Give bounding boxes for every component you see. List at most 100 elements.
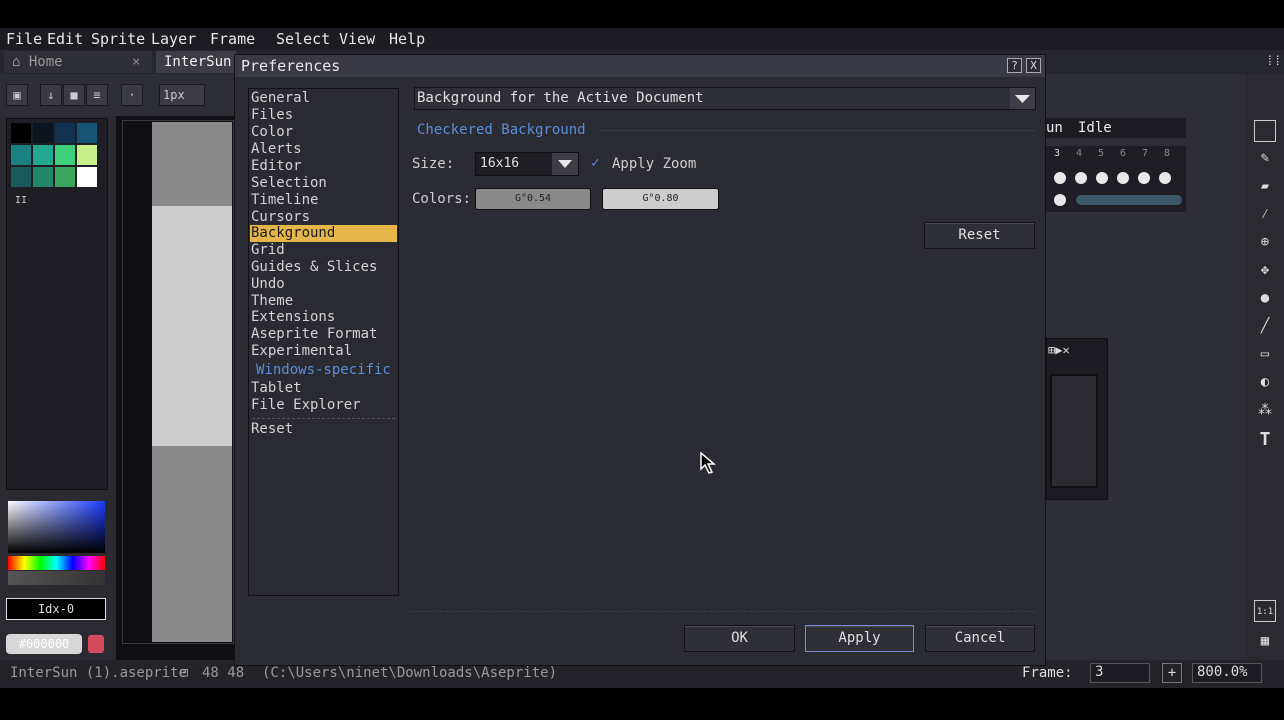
section-general[interactable]: General	[250, 90, 397, 107]
dot-icon[interactable]: ·	[121, 84, 143, 106]
palette-swatch[interactable]	[33, 167, 53, 187]
menu-frame[interactable]: Frame	[210, 30, 255, 48]
grid-icon[interactable]: ▦	[1254, 630, 1276, 652]
tabs-menu-icon[interactable]: ⁞⁞	[1266, 54, 1282, 69]
section-selection[interactable]: Selection	[250, 175, 397, 192]
menu-sprite[interactable]: Sprite	[91, 30, 145, 48]
section-cursors[interactable]: Cursors	[250, 209, 397, 226]
palette-swatch[interactable]	[55, 123, 75, 143]
alpha-slider[interactable]	[8, 571, 105, 585]
frame-number[interactable]: 8	[1164, 148, 1170, 159]
section-files[interactable]: Files	[250, 107, 397, 124]
move-icon[interactable]: ✥	[1254, 259, 1276, 281]
section-timeline[interactable]: Timeline	[250, 192, 397, 209]
palette-swatch[interactable]	[77, 123, 97, 143]
size-combobox[interactable]: 16x16	[475, 152, 579, 176]
rectangle-icon[interactable]: ▭	[1254, 343, 1276, 365]
palette-swatch[interactable]	[55, 167, 75, 187]
frame-number[interactable]: 5	[1098, 148, 1104, 159]
color-index-field[interactable]: Idx-0	[6, 598, 106, 620]
frame-number[interactable]: 7	[1142, 148, 1148, 159]
menu-edit[interactable]: Edit	[47, 30, 83, 48]
palette-swatch[interactable]	[11, 167, 31, 187]
reset-button[interactable]: Reset	[924, 222, 1035, 249]
marquee-icon[interactable]	[1254, 120, 1276, 142]
tag-partial[interactable]: un	[1046, 120, 1063, 136]
cel-dot[interactable]	[1096, 172, 1108, 184]
chevron-down-icon[interactable]	[552, 153, 578, 175]
cel-span[interactable]	[1076, 195, 1182, 205]
cel-dot[interactable]	[1054, 172, 1066, 184]
section-grid[interactable]: Grid	[250, 242, 397, 259]
frame-field[interactable]: 3	[1090, 663, 1150, 683]
preview-controls-icon[interactable]: ⊞▶✕	[1048, 343, 1070, 357]
menu-help[interactable]: Help	[389, 30, 425, 48]
canvas-area[interactable]	[116, 116, 238, 660]
zoom-field[interactable]: 800.0%	[1192, 663, 1262, 683]
section-undo[interactable]: Undo	[250, 276, 397, 293]
section-file-explorer[interactable]: File Explorer	[250, 397, 397, 414]
palette-swatch[interactable]	[77, 167, 97, 187]
checkmark-icon[interactable]: ✓	[591, 155, 599, 171]
dialog-titlebar[interactable]: Preferences	[235, 55, 1045, 77]
lines-icon[interactable]: ≡	[86, 84, 108, 106]
section-background[interactable]: Background	[250, 225, 397, 242]
palette-swatch[interactable]	[11, 123, 31, 143]
section-aseprite-format[interactable]: Aseprite Format	[250, 326, 397, 343]
menu-file[interactable]: File	[6, 30, 42, 48]
palette[interactable]: II	[6, 118, 108, 490]
palette-swatch[interactable]	[33, 145, 53, 165]
arrow-down-icon[interactable]: ↓	[40, 84, 62, 106]
color-button-1[interactable]: G°0.54	[475, 188, 591, 210]
add-frame-icon[interactable]: +	[1162, 663, 1182, 683]
palette-swatch[interactable]	[33, 123, 53, 143]
menu-view[interactable]: View	[339, 30, 375, 48]
section-guides-slices[interactable]: Guides & Slices	[250, 259, 397, 276]
cancel-button[interactable]: Cancel	[925, 625, 1035, 652]
apply-button[interactable]: Apply	[805, 625, 914, 652]
brush-size-field[interactable]: 1px	[159, 84, 205, 106]
tab-home[interactable]: ⌂ Home ×	[4, 51, 152, 73]
color-button-2[interactable]: G°0.80	[602, 188, 719, 210]
tag-idle[interactable]: Idle	[1078, 120, 1112, 136]
pencil-icon[interactable]: ✎	[1254, 147, 1276, 169]
jumble-icon[interactable]: ⁂	[1254, 399, 1276, 421]
section-extensions[interactable]: Extensions	[250, 309, 397, 326]
zoom-icon[interactable]: ⊕	[1254, 231, 1276, 253]
hue-slider[interactable]	[8, 556, 105, 570]
cel-dot[interactable]	[1138, 172, 1150, 184]
tab-document[interactable]: InterSun	[156, 51, 236, 73]
fill-icon[interactable]: ●	[1254, 287, 1276, 309]
section-tablet[interactable]: Tablet	[250, 380, 397, 397]
color-spectrum[interactable]	[8, 501, 105, 553]
apply-zoom-label[interactable]: Apply Zoom	[612, 156, 696, 172]
frame-number[interactable]: 4	[1076, 148, 1082, 159]
document-combobox[interactable]: Background for the Active Document	[414, 87, 1036, 110]
section-theme[interactable]: Theme	[250, 293, 397, 310]
section-reset[interactable]: Reset	[250, 421, 397, 438]
section-experimental[interactable]: Experimental	[250, 343, 397, 360]
section-alerts[interactable]: Alerts	[250, 141, 397, 158]
cel-dot[interactable]	[1054, 194, 1066, 206]
close-icon[interactable]: ×	[132, 51, 140, 73]
palette-swatch[interactable]	[11, 145, 31, 165]
eraser-icon[interactable]: ▰	[1254, 175, 1276, 197]
close-button[interactable]: X	[1026, 58, 1041, 73]
palette-swatch[interactable]	[77, 145, 97, 165]
cel-dot[interactable]	[1075, 172, 1087, 184]
lock-icon[interactable]: ▣	[6, 84, 28, 106]
cel-dot[interactable]	[1117, 172, 1129, 184]
help-button[interactable]: ?	[1007, 58, 1022, 73]
pixel-ratio-icon[interactable]: 1:1	[1254, 600, 1276, 622]
warning-icon[interactable]	[88, 635, 104, 653]
square-icon[interactable]: ■	[63, 84, 85, 106]
palette-swatch[interactable]	[55, 145, 75, 165]
hex-color-field[interactable]: #000000	[6, 634, 82, 654]
cel-dot[interactable]	[1159, 172, 1171, 184]
blur-icon[interactable]: ◐	[1254, 371, 1276, 393]
menu-layer[interactable]: Layer	[151, 30, 196, 48]
text-tool-icon[interactable]: T	[1254, 429, 1276, 451]
eyedropper-icon[interactable]: ⁄	[1254, 203, 1276, 225]
section-color[interactable]: Color	[250, 124, 397, 141]
menu-select[interactable]: Select	[276, 30, 330, 48]
